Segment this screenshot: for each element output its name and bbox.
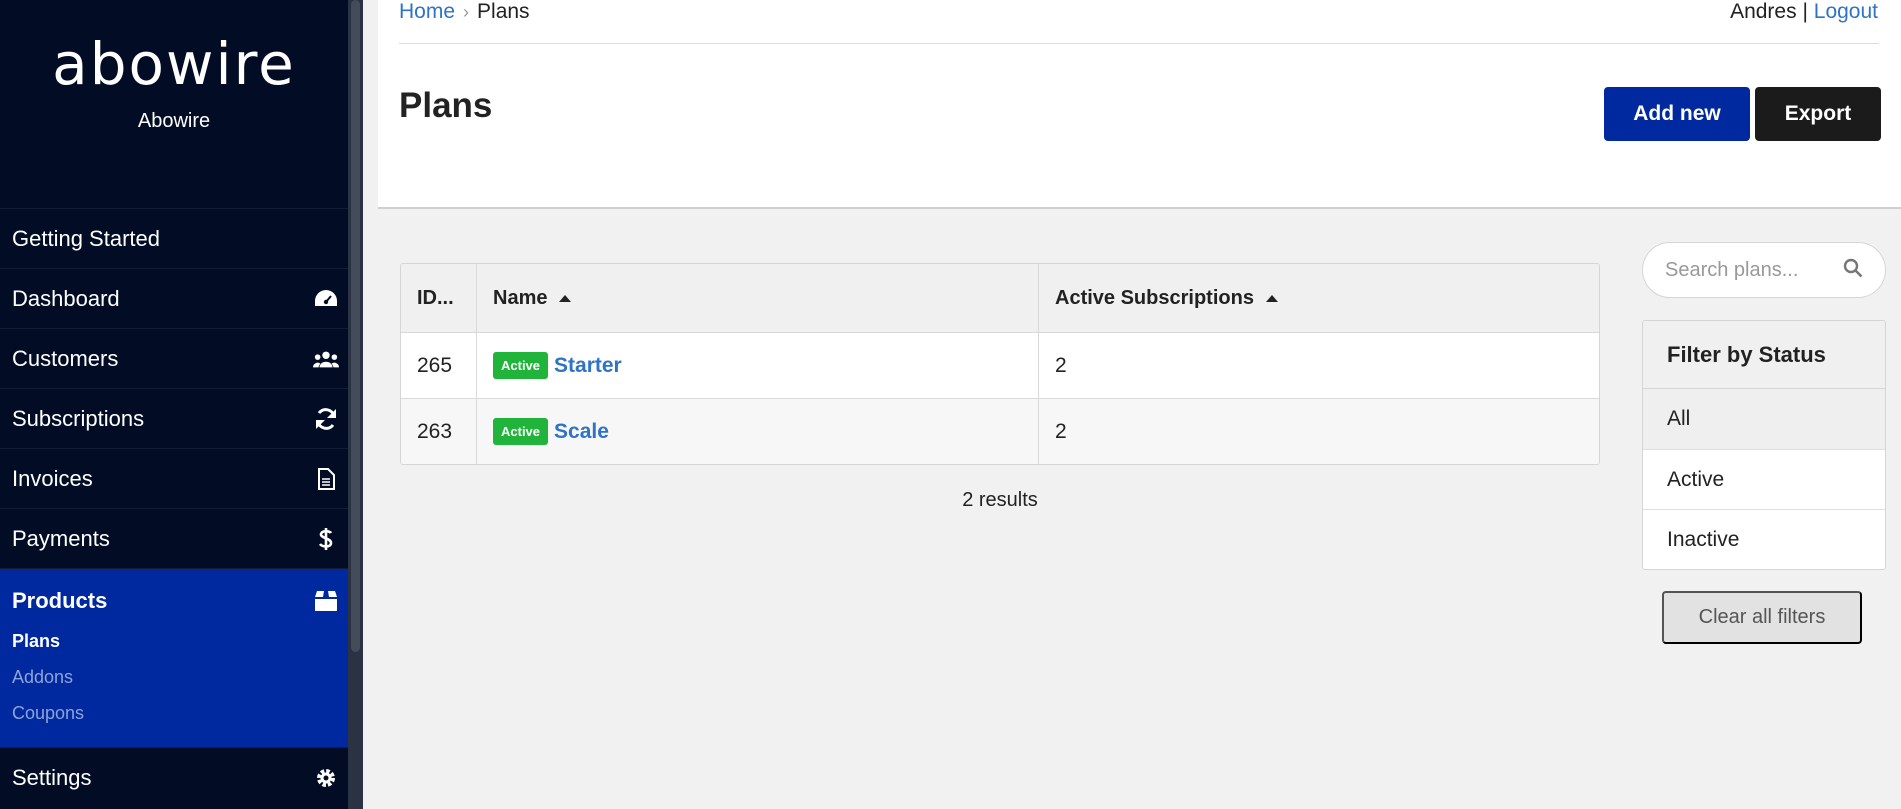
cell-active-subscriptions: 2 bbox=[1038, 333, 1599, 398]
sidebar-item-label: Subscriptions bbox=[12, 405, 145, 431]
column-header-active-subscriptions[interactable]: Active Subscriptions bbox=[1038, 264, 1599, 332]
cell-active-subscriptions: 2 bbox=[1038, 399, 1599, 464]
column-header-id[interactable]: ID... bbox=[401, 264, 476, 332]
sidebar-item-label: Getting Started bbox=[12, 225, 160, 251]
column-label: Active Subscriptions bbox=[1055, 286, 1254, 309]
submenu-item-coupons[interactable]: Coupons bbox=[0, 695, 363, 731]
dashboard-icon bbox=[313, 286, 339, 312]
sync-icon bbox=[313, 406, 339, 432]
column-header-name[interactable]: Name bbox=[476, 264, 1038, 332]
plans-table: ID... Name Active Subscriptions 265 Acti… bbox=[400, 263, 1600, 465]
table-header-row: ID... Name Active Subscriptions bbox=[401, 264, 1599, 332]
sidebar-item-customers[interactable]: Customers bbox=[0, 328, 363, 388]
sidebar-nav: Getting Started Dashboard Customers Subs… bbox=[0, 208, 363, 807]
breadcrumb: Home › Plans bbox=[399, 0, 530, 24]
filter-option-inactive[interactable]: Inactive bbox=[1643, 509, 1885, 569]
logo: abowire bbox=[52, 30, 296, 98]
brand: abowire Abowire bbox=[0, 0, 348, 208]
breadcrumb-current: Plans bbox=[477, 0, 530, 23]
sidebar-scroll-thumb[interactable] bbox=[351, 0, 360, 652]
user-separator: | bbox=[1802, 0, 1808, 23]
clear-filters-button[interactable]: Clear all filters bbox=[1662, 591, 1862, 644]
cell-id: 265 bbox=[417, 353, 453, 377]
status-filter: Filter by Status All Active Inactive bbox=[1642, 320, 1886, 570]
sort-asc-icon bbox=[559, 294, 572, 302]
username: Andres bbox=[1730, 0, 1797, 23]
sidebar-item-label: Dashboard bbox=[12, 285, 120, 311]
submenu-item-addons[interactable]: Addons bbox=[0, 659, 363, 695]
sidebar-item-subscriptions[interactable]: Subscriptions bbox=[0, 388, 363, 448]
submenu-item-plans[interactable]: Plans bbox=[0, 623, 363, 659]
gear-icon bbox=[313, 765, 339, 791]
cell-name: Active Starter bbox=[476, 333, 1038, 398]
logout-link[interactable]: Logout bbox=[1814, 0, 1878, 23]
breadcrumb-home[interactable]: Home bbox=[399, 0, 455, 24]
page-title: Plans bbox=[399, 86, 493, 125]
sidebar-item-payments[interactable]: Payments bbox=[0, 508, 363, 568]
sidebar-item-label: Products bbox=[12, 588, 108, 613]
sidebar-item-label: Customers bbox=[12, 345, 119, 371]
filter-option-all[interactable]: All bbox=[1643, 389, 1885, 449]
column-label: ID... bbox=[417, 286, 454, 309]
box-icon bbox=[313, 588, 339, 614]
chevron-right-icon: › bbox=[463, 1, 470, 22]
results-count: 2 results bbox=[962, 489, 1038, 511]
plan-link[interactable]: Starter bbox=[554, 354, 622, 378]
status-badge: Active bbox=[493, 352, 549, 379]
search-icon[interactable] bbox=[1843, 258, 1863, 283]
status-badge: Active bbox=[493, 418, 549, 445]
page-header: Home › Plans Andres | Logout Plans Add n… bbox=[378, 0, 1901, 209]
sidebar-item-getting-started[interactable]: Getting Started bbox=[0, 208, 363, 268]
filter-option-active[interactable]: Active bbox=[1643, 449, 1885, 509]
search-input[interactable]: Search plans... bbox=[1642, 242, 1886, 298]
table-row[interactable]: 263 Active Scale 2 bbox=[401, 398, 1599, 464]
search-placeholder: Search plans... bbox=[1665, 258, 1799, 281]
filter-title: Filter by Status bbox=[1643, 321, 1885, 389]
sidebar-scrollbar[interactable] bbox=[348, 0, 363, 809]
table-row[interactable]: 265 Active Starter 2 bbox=[401, 332, 1599, 398]
sidebar-item-dashboard[interactable]: Dashboard bbox=[0, 268, 363, 328]
sidebar-item-label: Invoices bbox=[12, 465, 93, 491]
user-bar: Andres | Logout bbox=[1730, 0, 1878, 24]
sidebar: abowire Abowire Getting Started Dashboar… bbox=[0, 0, 363, 809]
sidebar-item-label: Settings bbox=[12, 764, 92, 790]
users-icon bbox=[313, 346, 339, 372]
column-label: Name bbox=[493, 286, 548, 309]
products-submenu: Plans Addons Coupons bbox=[0, 623, 363, 747]
add-new-button[interactable]: Add new bbox=[1604, 87, 1750, 141]
plan-link[interactable]: Scale bbox=[554, 420, 609, 444]
org-name: Abowire bbox=[137, 110, 211, 132]
cell-name: Active Scale bbox=[476, 399, 1038, 464]
export-button[interactable]: Export bbox=[1755, 87, 1881, 141]
sort-asc-icon bbox=[1265, 294, 1278, 302]
dollar-icon bbox=[313, 526, 339, 552]
cell-id: 263 bbox=[417, 419, 453, 443]
header-divider bbox=[399, 43, 1879, 44]
sidebar-item-label: Payments bbox=[12, 525, 110, 551]
sidebar-item-settings[interactable]: Settings bbox=[0, 747, 363, 807]
document-icon bbox=[313, 466, 339, 492]
sidebar-item-products: Products Plans Addons Coupons bbox=[0, 568, 363, 747]
sidebar-item-invoices[interactable]: Invoices bbox=[0, 448, 363, 508]
